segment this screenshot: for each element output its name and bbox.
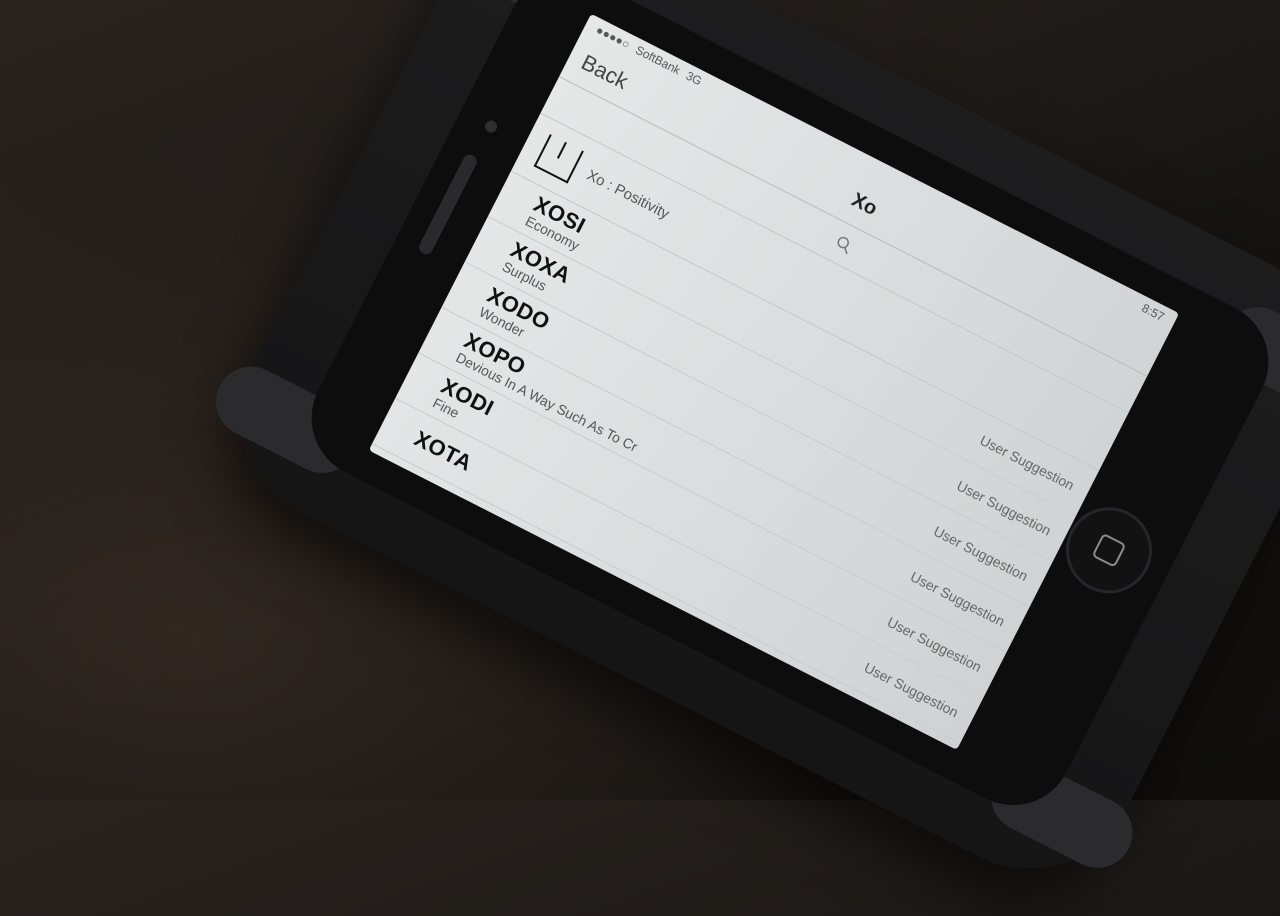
search-icon xyxy=(837,236,849,255)
home-square-icon xyxy=(1091,532,1127,568)
earpiece-speaker xyxy=(416,152,480,257)
entry-word: XOTA xyxy=(410,425,477,476)
logo-icon xyxy=(533,134,584,184)
network-label: 3G xyxy=(683,68,705,89)
section-subtitle: Xo : Positivity xyxy=(584,166,673,223)
front-camera xyxy=(482,118,500,135)
